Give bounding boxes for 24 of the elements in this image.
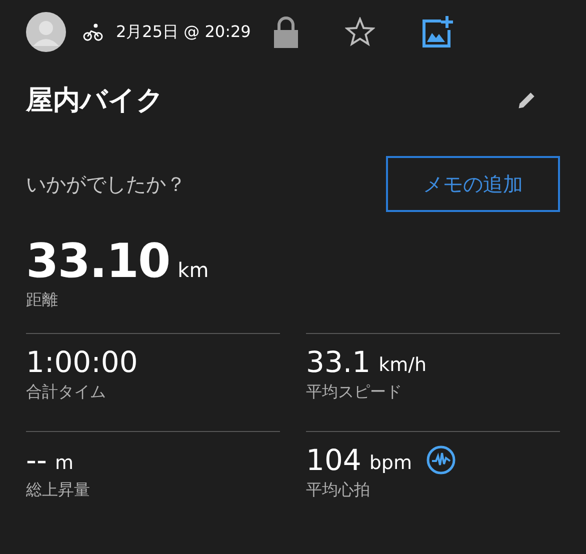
distance-value: 33.10 xyxy=(26,236,170,288)
lock-icon[interactable] xyxy=(272,16,299,48)
distance-unit: km xyxy=(178,258,209,282)
add-photo-icon[interactable] xyxy=(420,16,453,48)
distance-label: 距離 xyxy=(26,290,59,311)
stat-unit: bpm xyxy=(369,452,412,474)
avatar-icon[interactable] xyxy=(26,12,66,52)
heart-rate-icon[interactable] xyxy=(426,445,456,475)
stat-label: 平均心拍 xyxy=(306,480,371,501)
stat-unit: km/h xyxy=(378,354,427,376)
cyclist-icon xyxy=(82,23,104,41)
stat-unit: m xyxy=(54,452,74,474)
add-note-button[interactable]: メモの追加 xyxy=(386,156,560,212)
stat-value: 104 xyxy=(306,443,362,477)
star-icon[interactable] xyxy=(344,17,375,47)
stat-value: -- xyxy=(26,443,47,477)
activity-title: 屋内バイク xyxy=(26,84,164,118)
activity-date: 2月25日 @ 20:29 xyxy=(116,22,251,42)
stat-value: 1:00:00 xyxy=(26,345,138,379)
stat-value: 33.1 xyxy=(306,345,371,379)
stat-label: 合計タイム xyxy=(26,382,107,403)
stat-label: 平均スピード xyxy=(306,382,403,403)
note-prompt: いかがでしたか？ xyxy=(26,170,186,198)
stat-label: 総上昇量 xyxy=(26,480,91,501)
